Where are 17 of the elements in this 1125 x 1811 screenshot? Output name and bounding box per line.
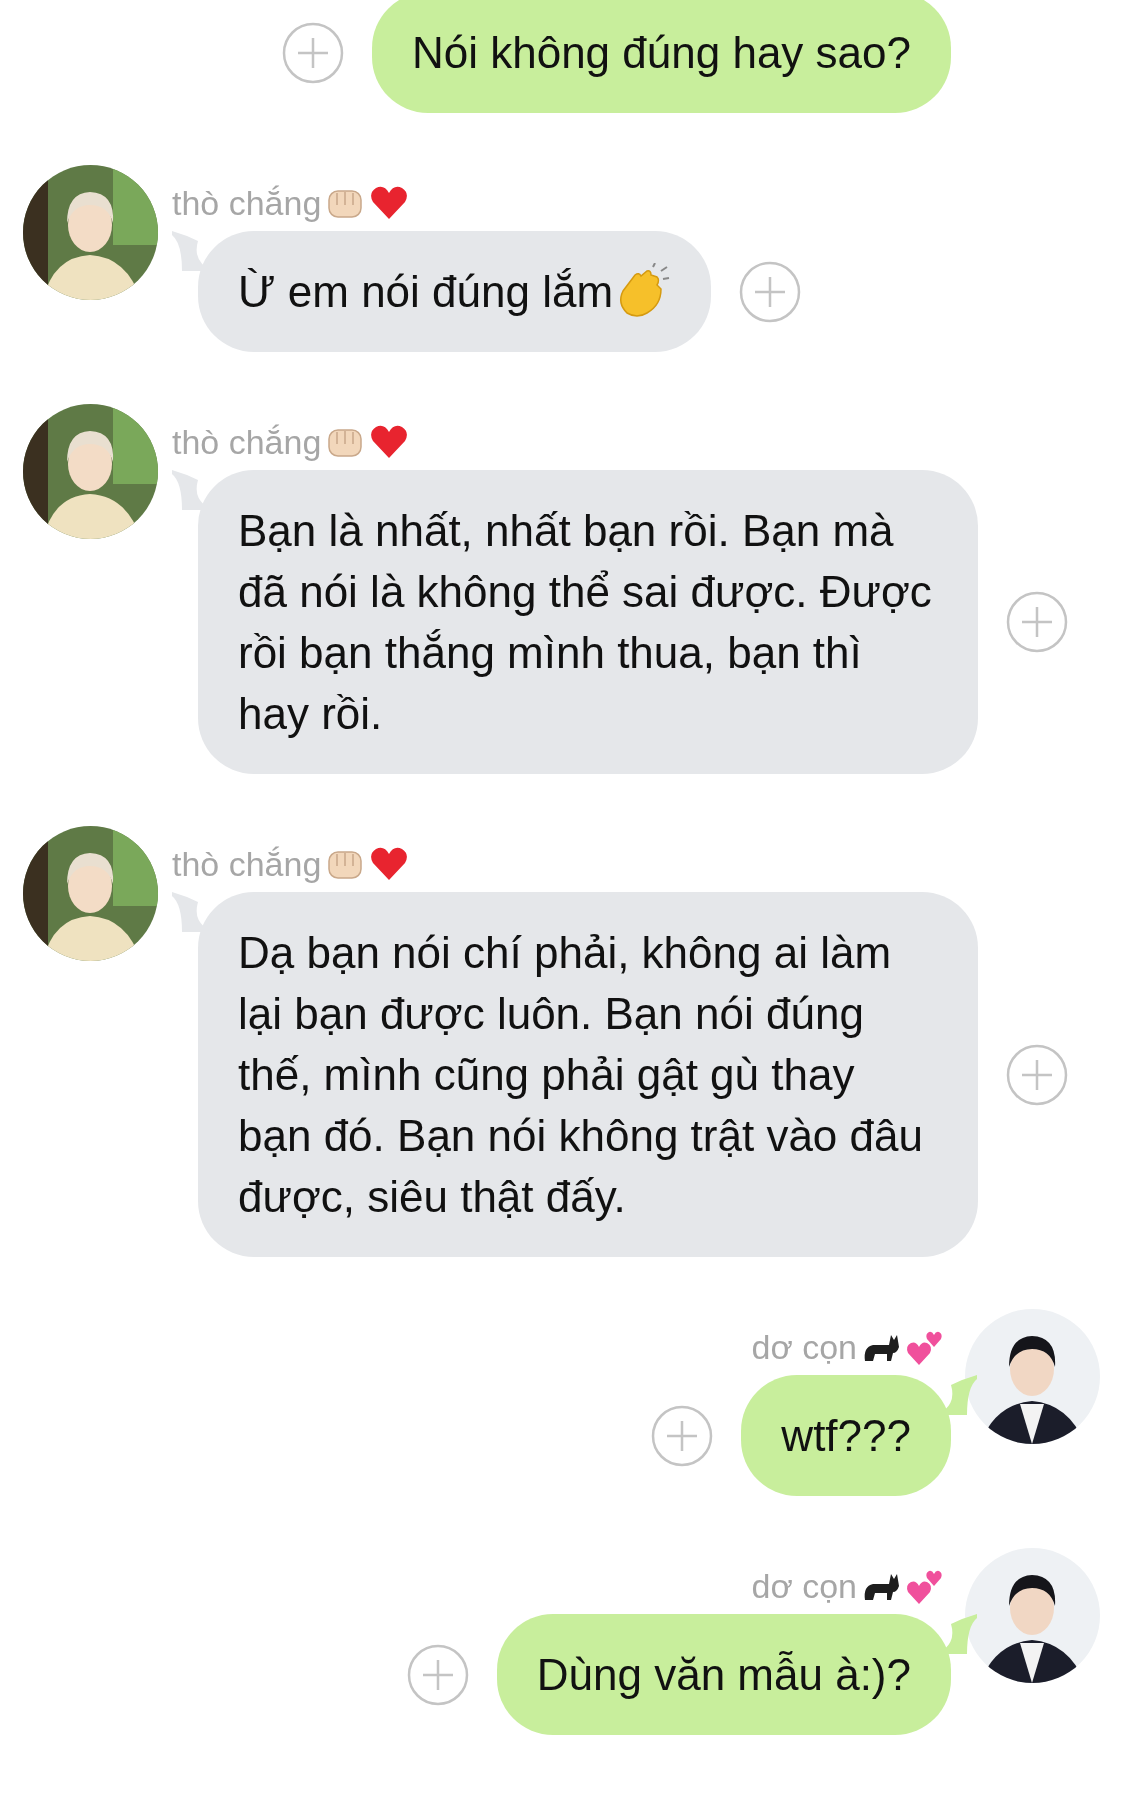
add-button[interactable] [1006,1043,1068,1106]
add-button[interactable] [406,1643,469,1706]
add-button[interactable] [739,260,802,323]
message-text: Ừ em nói đúng lắm [238,266,614,318]
sender-name: dơ cọn [751,1327,857,1367]
sender-name: thò chắng [172,183,322,223]
message-text: Dạ bạn nói chí phải, không ai làm lại bạn được luôn. Bạn nói đúng thế, mình cũng phải gật gù thay bạn đó. Bạn nói không trật vào đâu được, siêu thật đấy. [238,927,924,1223]
sender-name: thò chắng [172,422,322,462]
sender-name: dơ cọn [751,1566,857,1606]
message-text: Nói không đúng hay sao? [411,27,911,79]
add-button[interactable] [651,1404,714,1467]
add-button[interactable] [1006,591,1068,653]
sender-name: thò chắng [172,844,322,884]
message-text: Bạn là nhất, nhất bạn rồi. Bạn mà đã nói là không thể sai được. Được rồi bạn thắng mình thua, bạn thì hay rồi. [238,505,933,740]
message-text: wtf??? [781,1410,911,1462]
add-button[interactable] [281,21,344,84]
message-text: Dùng văn mẫu à:)? [536,1649,911,1701]
